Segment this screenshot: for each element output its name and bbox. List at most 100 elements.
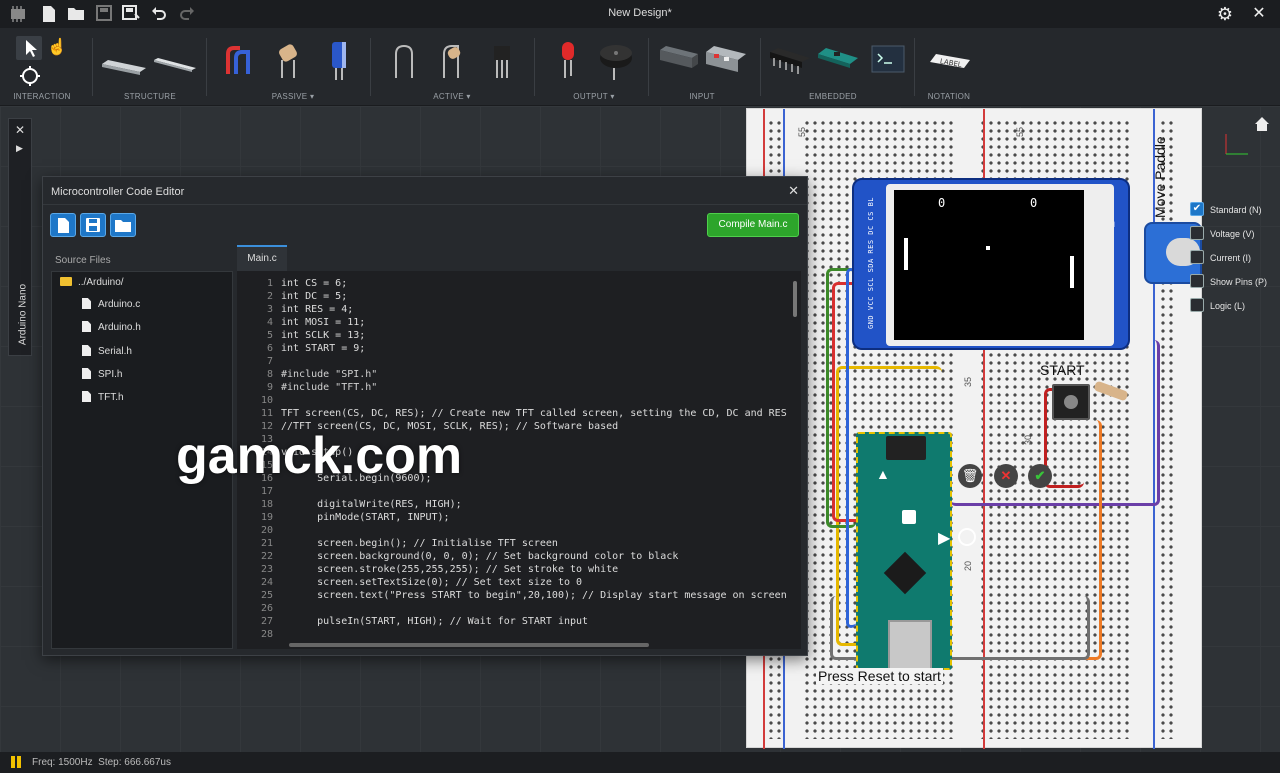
code-line: 17 — [237, 485, 801, 498]
usb-port — [888, 620, 932, 670]
voltage-checkbox[interactable] — [1190, 226, 1204, 240]
component-side-panel: ✕ ▶ Arduino Nano — [8, 118, 32, 356]
arduino-board-tool[interactable] — [816, 38, 860, 82]
start-pushbutton[interactable] — [1052, 384, 1090, 420]
line-number: 7 — [266, 356, 273, 367]
group-label-input: INPUT — [689, 92, 715, 101]
close-icon[interactable]: ✕ — [1250, 5, 1268, 23]
tab-main-c[interactable]: Main.c — [237, 245, 287, 271]
transistor-tool[interactable] — [480, 38, 524, 82]
line-number: 10 — [260, 395, 273, 406]
expand-arrow-icon[interactable]: ▶ — [16, 143, 23, 154]
terminal-tool[interactable] — [866, 38, 910, 82]
close-icon[interactable]: ✕ — [788, 183, 799, 199]
hand-tool-button[interactable]: ☝ — [46, 36, 68, 60]
current-label: Current (I) — [1210, 253, 1252, 263]
diode-tool[interactable] — [380, 38, 424, 82]
compile-button[interactable]: Compile Main.c — [707, 213, 799, 237]
code-text: pinMode(START, INPUT); — [281, 512, 450, 523]
code-line: 5 int SCLK = 13; — [237, 329, 801, 342]
close-icon[interactable]: ✕ — [15, 123, 25, 137]
vertical-scrollbar[interactable] — [793, 281, 797, 317]
toolbar-divider — [648, 38, 649, 96]
code-line: 2 int DC = 5; — [237, 290, 801, 303]
code-text: screen.text("Press START to begin",20,10… — [281, 590, 787, 601]
file-icon — [82, 391, 91, 402]
code-text: #include "SPI.h" — [281, 369, 378, 380]
horizontal-scrollbar[interactable] — [289, 643, 649, 647]
line-number: 21 — [260, 538, 273, 549]
logic-checkbox[interactable] — [1190, 298, 1204, 312]
tft-lcd-module[interactable]: GND VCC SCL SDA RES DC CS BL 1.8"128x160… — [852, 178, 1130, 350]
code-editor-window: Microcontroller Code Editor ✕ Compile Ma… — [42, 176, 808, 656]
group-label-passive[interactable]: PASSIVE ▾ — [262, 92, 324, 101]
group-label-interaction: INTERACTION — [13, 92, 71, 101]
tree-file[interactable]: Serial.h — [82, 345, 132, 359]
gear-icon[interactable]: ⚙ — [1216, 5, 1234, 23]
line-number: 11 — [260, 408, 273, 419]
arduino-nano[interactable] — [856, 432, 952, 670]
show-pins-checkbox[interactable] — [1190, 274, 1204, 288]
up-arrow-icon[interactable]: ▲ — [876, 466, 890, 482]
code-line: 28 — [237, 628, 801, 641]
pause-icon[interactable] — [10, 756, 22, 768]
breadboard-tool[interactable] — [100, 38, 146, 82]
code-line: 4 int MOSI = 11; — [237, 316, 801, 329]
lcd-pin-labels: GND VCC SCL SDA RES DC CS BL — [867, 196, 875, 329]
code-line: 27 pulseIn(START, HIGH); // Wait for STA… — [237, 615, 801, 628]
tree-file[interactable]: TFT.h — [82, 391, 124, 405]
trash-icon: 🗑 — [961, 468, 979, 483]
tree-folder[interactable]: ../Arduino/ — [60, 276, 124, 290]
open-folder-button[interactable] — [110, 213, 136, 237]
line-number: 25 — [260, 590, 273, 601]
capacitor-tool[interactable] — [318, 38, 362, 82]
line-number: 6 — [266, 343, 273, 354]
home-icon[interactable] — [1254, 116, 1270, 132]
code-text: TFT screen(CS, DC, RES); // Create new T… — [281, 408, 787, 419]
confirm-button[interactable]: ✔ — [1028, 464, 1052, 488]
standard-label: Standard (N) — [1210, 205, 1262, 215]
delete-button[interactable]: 🗑 — [958, 464, 982, 488]
line-number: 27 — [260, 616, 273, 627]
switch-tool[interactable] — [656, 38, 700, 82]
axis-gizmo — [1222, 128, 1252, 158]
target-icon[interactable] — [958, 528, 976, 546]
group-label-active[interactable]: ACTIVE ▾ — [422, 92, 482, 101]
code-text: digitalWrite(RES, HIGH); — [281, 499, 462, 510]
code-text: screen.setTextSize(0); // Set text size … — [281, 577, 583, 588]
led-tool[interactable] — [546, 38, 590, 82]
code-line: 24 screen.setTextSize(0); // Set text si… — [237, 576, 801, 589]
current-checkbox[interactable] — [1190, 250, 1204, 264]
code-text: int RES = 4; — [281, 304, 354, 315]
label-tool[interactable]: LABEL — [926, 38, 970, 82]
transistor-small-tool[interactable] — [430, 38, 474, 82]
cancel-button[interactable]: ✕ — [994, 464, 1018, 488]
check-icon: ✔ — [1034, 468, 1046, 483]
tree-file[interactable]: Arduino.c — [82, 298, 140, 312]
reset-button[interactable] — [886, 436, 926, 460]
tree-file[interactable]: SPI.h — [82, 368, 122, 382]
select-tool-button[interactable] — [16, 36, 42, 60]
standard-checkbox[interactable]: ✔ — [1190, 202, 1204, 216]
line-number: 26 — [260, 603, 273, 614]
window-title: New Design* — [608, 7, 672, 19]
ic-chip-tool[interactable] — [768, 38, 812, 82]
jumper-wire-tool[interactable] — [218, 38, 262, 82]
cursor-arrow-icon — [26, 40, 37, 57]
buzzer-tool[interactable] — [594, 38, 638, 82]
code-text: #include "TFT.h" — [281, 382, 378, 393]
save-file-button[interactable] — [80, 213, 106, 237]
code-line: 18 digitalWrite(RES, HIGH); — [237, 498, 801, 511]
tree-file[interactable]: Arduino.h — [82, 321, 141, 335]
code-line: 10 — [237, 394, 801, 407]
resistor-tool[interactable] — [268, 38, 312, 82]
code-text: pulseIn(START, HIGH); // Wait for START … — [281, 616, 589, 627]
crosshair-tool-button[interactable] — [18, 64, 42, 88]
group-label-output[interactable]: OUTPUT ▾ — [562, 92, 626, 101]
line-number: 5 — [266, 330, 273, 341]
new-file-button[interactable] — [50, 213, 76, 237]
breadboard-half-tool[interactable] — [150, 38, 196, 82]
keypad-tool[interactable] — [704, 38, 748, 82]
file-icon — [82, 368, 91, 379]
play-icon[interactable]: ▶ — [938, 528, 950, 548]
